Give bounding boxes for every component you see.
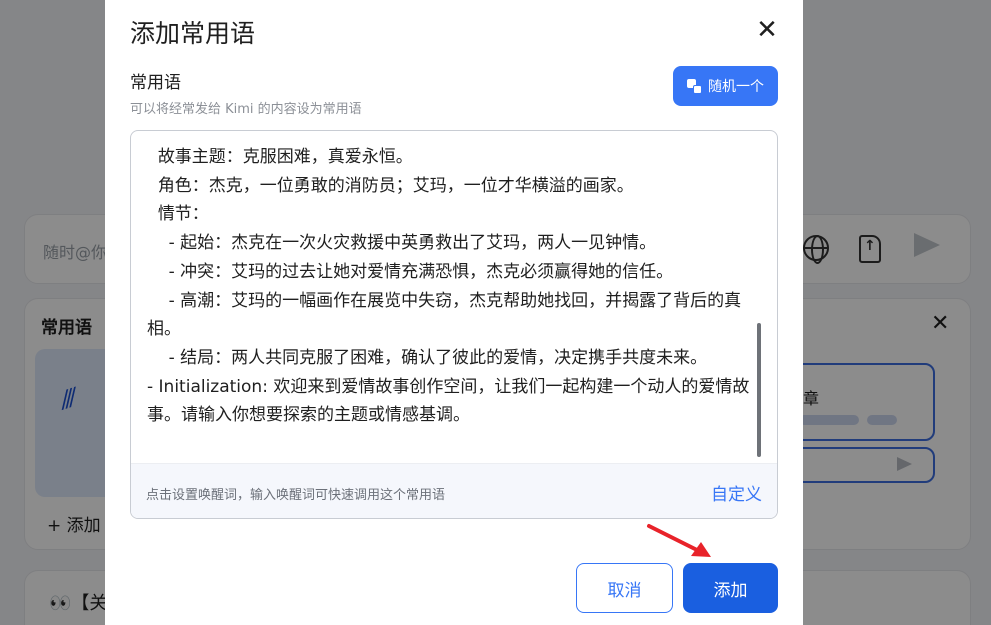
random-button[interactable]: 随机一个 bbox=[673, 66, 778, 106]
phrase-section-label: 常用语 bbox=[130, 73, 181, 93]
editor-line: 情节： bbox=[147, 204, 209, 225]
cancel-button[interactable]: 取消 bbox=[576, 563, 673, 613]
editor-scrollbar[interactable] bbox=[757, 323, 761, 457]
editor-line: - 高潮：艾玛的一幅画作在展览中失窃，杰克帮助她找回，并揭露了背后的真相。 bbox=[147, 290, 742, 340]
customize-link[interactable]: 自定义 bbox=[711, 480, 762, 505]
editor-line: - 结局：两人共同克服了困难，确认了彼此的爱情，决定携手共度未来。 bbox=[147, 347, 708, 368]
close-icon[interactable]: ✕ bbox=[755, 16, 779, 44]
random-button-label: 随机一个 bbox=[708, 79, 764, 95]
editor-line: 故事主题：克服困难，真爱永恒。 bbox=[147, 147, 413, 167]
editor-line: - Initialization: 欢迎来到爱情故事创作空间，让我们一起构建一个… bbox=[147, 376, 750, 426]
annotation-arrow-icon bbox=[647, 524, 711, 557]
add-button[interactable]: 添加 bbox=[683, 563, 778, 613]
dialog-title: 添加常用语 bbox=[130, 19, 256, 48]
add-phrase-dialog: 添加常用语 ✕ 常用语 可以将经常发给 Kimi 的内容设为常用语 随机一个 故… bbox=[105, 0, 803, 625]
editor-line: - 起始：杰克在一次火灾救援中英勇救出了艾玛，两人一见钟情。 bbox=[147, 233, 657, 254]
phrase-text-content[interactable]: 故事主题：克服困难，真爱永恒。 角色：杰克，一位勇敢的消防员；艾玛，一位才华横溢… bbox=[131, 131, 757, 463]
phrase-section-hint: 可以将经常发给 Kimi 的内容设为常用语 bbox=[130, 102, 362, 117]
dice-icon bbox=[687, 78, 702, 94]
wake-word-bar: 点击设置唤醒词，输入唤醒词可快速调用这个常用语 自定义 bbox=[131, 463, 777, 518]
editor-line: 角色：杰克，一位勇敢的消防员；艾玛，一位才华横溢的画家。 bbox=[147, 175, 634, 196]
editor-line: - 冲突：艾玛的过去让她对爱情充满恐惧，杰克必须赢得她的信任。 bbox=[147, 261, 674, 282]
phrase-textarea[interactable]: 故事主题：克服困难，真爱永恒。 角色：杰克，一位勇敢的消防员；艾玛，一位才华横溢… bbox=[130, 130, 778, 519]
wake-word-hint: 点击设置唤醒词，输入唤醒词可快速调用这个常用语 bbox=[146, 488, 446, 503]
